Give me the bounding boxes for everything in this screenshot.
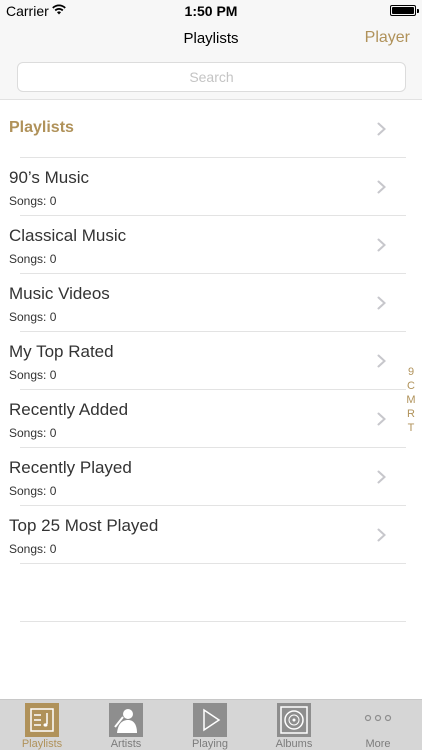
artist-icon xyxy=(109,703,143,737)
status-time: 1:50 PM xyxy=(184,3,238,19)
list-item[interactable]: 90’s Music Songs: 0 xyxy=(0,158,422,216)
tab-bar: Playlists Artists Playing Albums More xyxy=(0,699,422,750)
page-title: Playlists xyxy=(183,30,239,47)
chevron-right-icon xyxy=(377,412,386,426)
player-button[interactable]: Player xyxy=(365,29,410,47)
chevron-right-icon xyxy=(377,122,386,136)
playlist-title: Top 25 Most Played xyxy=(9,516,159,535)
tab-label: Playing xyxy=(191,738,229,750)
playlist-title: Recently Added xyxy=(9,400,129,419)
search-input[interactable]: Search xyxy=(17,62,406,92)
index-letter[interactable]: T xyxy=(404,421,418,435)
more-icon xyxy=(361,708,395,728)
playlist-song-count: Songs: 0 xyxy=(9,310,57,324)
tab-label: Artists xyxy=(110,738,142,750)
section-index[interactable]: 9 C M R T xyxy=(404,365,418,435)
tab-playing[interactable]: Playing xyxy=(168,700,252,750)
list-item[interactable]: Top 25 Most Played Songs: 0 xyxy=(0,506,422,564)
playlist-song-count: Songs: 0 xyxy=(9,194,57,208)
status-bar: Carrier 1:50 PM xyxy=(0,0,422,22)
playlist-title: My Top Rated xyxy=(9,342,114,361)
tab-label: Playlists xyxy=(21,738,63,750)
chevron-right-icon xyxy=(377,354,386,368)
playlist-list: Playlists 90’s Music Songs: 0 Classical … xyxy=(0,100,422,622)
index-letter[interactable]: R xyxy=(404,407,418,421)
tab-artists[interactable]: Artists xyxy=(84,700,168,750)
list-item[interactable]: Recently Added Songs: 0 xyxy=(0,390,422,448)
chevron-right-icon xyxy=(377,296,386,310)
tab-label: Albums xyxy=(275,738,313,750)
navigation-bar: Playlists Player Search xyxy=(0,22,422,100)
index-letter[interactable]: M xyxy=(404,393,418,407)
playlist-song-count: Songs: 0 xyxy=(9,542,57,556)
tab-albums[interactable]: Albums xyxy=(252,700,336,750)
album-icon xyxy=(277,703,311,737)
chevron-right-icon xyxy=(377,180,386,194)
section-header-playlists[interactable]: Playlists xyxy=(0,100,422,158)
tab-playlists[interactable]: Playlists xyxy=(0,700,84,750)
list-item[interactable]: Recently Played Songs: 0 xyxy=(0,448,422,506)
chevron-right-icon xyxy=(377,470,386,484)
tab-more[interactable]: More xyxy=(336,700,420,750)
playlist-icon xyxy=(25,703,59,737)
list-item[interactable]: Music Videos Songs: 0 xyxy=(0,274,422,332)
battery-icon xyxy=(390,5,419,16)
playlist-title: 90’s Music xyxy=(9,168,89,187)
playlist-title: Music Videos xyxy=(9,284,110,303)
playlist-song-count: Songs: 0 xyxy=(9,368,57,382)
playlist-song-count: Songs: 0 xyxy=(9,484,57,498)
playlist-title: Classical Music xyxy=(9,226,127,245)
playlist-song-count: Songs: 0 xyxy=(9,252,57,266)
playlist-song-count: Songs: 0 xyxy=(9,426,57,440)
empty-row xyxy=(0,564,422,622)
index-letter[interactable]: C xyxy=(404,379,418,393)
section-header-label: Playlists xyxy=(9,119,74,136)
tab-label: More xyxy=(365,738,391,750)
list-item[interactable]: My Top Rated Songs: 0 xyxy=(0,332,422,390)
index-letter[interactable]: 9 xyxy=(404,365,418,379)
play-icon xyxy=(193,703,227,737)
chevron-right-icon xyxy=(377,528,386,542)
chevron-right-icon xyxy=(377,238,386,252)
playlist-title: Recently Played xyxy=(9,458,132,477)
list-item[interactable]: Classical Music Songs: 0 xyxy=(0,216,422,274)
